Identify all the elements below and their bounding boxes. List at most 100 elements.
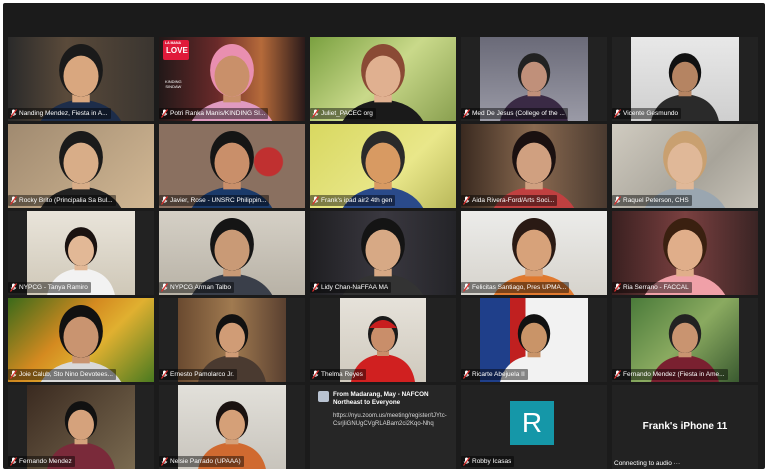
participant-tile[interactable]: Aida Rivera-Ford/Arts Soci...: [461, 124, 607, 208]
participant-tile[interactable]: Fernando Mendez: [8, 385, 154, 469]
chat-sender: From Madarang, May - NAFCON Northeast to…: [333, 391, 429, 406]
banner-subtext: KINDING SINDAW: [165, 79, 182, 89]
mic-muted-icon: [161, 457, 168, 466]
participant-grid: Nanding Mendez, Fiesta in A... LA MANA LOV…: [8, 37, 758, 469]
participant-name-bar: Med De Jesus (College of the ...: [461, 108, 568, 119]
chat-sender-avatar: [318, 391, 329, 402]
participant-tile[interactable]: NYPCG Arman Talbo: [159, 211, 305, 295]
participant-name-bar: Nanding Mendez, Fiesta in A...: [8, 108, 111, 119]
participant-tile[interactable]: Javier, Rose - UNSRC Philippin...: [159, 124, 305, 208]
participant-name-bar: Raquel Peterson, CHS: [612, 195, 692, 206]
mic-muted-icon: [614, 283, 621, 292]
participant-name-bar: NYPCG Arman Talbo: [159, 282, 234, 293]
participant-name: Robby Icasas: [472, 458, 512, 465]
zoom-gallery-view: Nanding Mendez, Fiesta in A... LA MANA LOV…: [3, 3, 765, 469]
love-banner: LA MANA LOVE: [163, 40, 189, 60]
participant-tile[interactable]: Rocky Brito (Principalia Sa Bul...: [8, 124, 154, 208]
chat-popup[interactable]: From Madarang, May - NAFCON Northeast to…: [310, 385, 456, 469]
mic-muted-icon: [463, 370, 470, 379]
participant-tile[interactable]: Raquel Peterson, CHS: [612, 124, 758, 208]
participant-tile[interactable]: Lidy Chan-NaFFAA MA: [310, 211, 456, 295]
mic-muted-icon: [161, 370, 168, 379]
participant-name-bar: Rocky Brito (Principalia Sa Bul...: [8, 195, 116, 206]
participant-name-bar: Juliet_PACEC org: [310, 108, 376, 119]
participant-name: Ernesto Pamolarco Jr.: [170, 371, 234, 378]
mic-muted-icon: [312, 109, 319, 118]
mic-muted-icon: [463, 283, 470, 292]
participant-name-bar: Aida Rivera-Ford/Arts Soci...: [461, 195, 558, 206]
participant-tile[interactable]: Fernando Mendez (Fiesta in Ame...: [612, 298, 758, 382]
mic-muted-icon: [463, 196, 470, 205]
participant-tile[interactable]: Felicitas Santiago, Pres UPMA...: [461, 211, 607, 295]
participant-name-bar: Javier, Rose - UNSRC Philippin...: [159, 195, 270, 206]
participant-tile[interactable]: R Robby Icasas: [461, 385, 607, 469]
participant-name-bar: Thelma Reyes: [310, 369, 366, 380]
participant-tile[interactable]: Frank's iPhone 11 Connecting to audio ···: [612, 385, 758, 469]
participant-name-bar: Joie Calub, Sto Nino Devotees...: [8, 369, 116, 380]
mic-muted-icon: [463, 109, 470, 118]
participant-name: NYPCG - Tanya Ramiro: [19, 284, 88, 291]
participant-tile[interactable]: Thelma Reyes: [310, 298, 456, 382]
mic-muted-icon: [614, 370, 621, 379]
participant-name-bar: Nelsie Parrado (UPAAA): [159, 456, 244, 467]
participant-name: Raquel Peterson, CHS: [623, 197, 689, 204]
participant-name: Nelsie Parrado (UPAAA): [170, 458, 241, 465]
participant-name: Thelma Reyes: [321, 371, 363, 378]
participant-name-bar: Fernando Mendez: [8, 456, 75, 467]
participant-tile[interactable]: Joie Calub, Sto Nino Devotees...: [8, 298, 154, 382]
mic-muted-icon: [312, 196, 319, 205]
participant-name-bar: NYPCG - Tanya Ramiro: [8, 282, 91, 293]
participant-name: Felicitas Santiago, Pres UPMA...: [472, 284, 567, 291]
mic-muted-icon: [312, 370, 319, 379]
participant-name: Joie Calub, Sto Nino Devotees...: [19, 371, 113, 378]
participant-tile[interactable]: Ria Serrano - FACCAL: [612, 211, 758, 295]
participant-tile[interactable]: Ricarte Abejuela II: [461, 298, 607, 382]
participant-tile[interactable]: NYPCG - Tanya Ramiro: [8, 211, 154, 295]
participant-name: Vicente Gesmundo: [623, 110, 679, 117]
participant-name-bar: Vicente Gesmundo: [612, 108, 682, 119]
participant-name: Ricarte Abejuela II: [472, 371, 525, 378]
participant-name: Lidy Chan-NaFFAA MA: [321, 284, 389, 291]
participant-name-bar: Fernando Mendez (Fiesta in Ame...: [612, 369, 728, 380]
banner-text: LA MANA: [165, 41, 182, 45]
chat-header: From Madarang, May - NAFCON Northeast to…: [318, 391, 450, 407]
mic-muted-icon: [10, 370, 17, 379]
participant-tile[interactable]: Frank's ipad air2 4th gen: [310, 124, 456, 208]
mic-muted-icon: [463, 457, 470, 466]
participant-name-bar: Ria Serrano - FACCAL: [612, 282, 692, 293]
participant-tile[interactable]: Nanding Mendez, Fiesta in A...: [8, 37, 154, 121]
participant-tile[interactable]: Juliet_PACEC org: [310, 37, 456, 121]
participant-name-bar: Frank's ipad air2 4th gen: [310, 195, 396, 206]
participant-name-bar: Ernesto Pamolarco Jr.: [159, 369, 237, 380]
mic-muted-icon: [161, 283, 168, 292]
mic-muted-icon: [614, 196, 621, 205]
mic-muted-icon: [312, 283, 319, 292]
participant-name: Fernando Mendez: [19, 458, 72, 465]
participant-name: Fernando Mendez (Fiesta in Ame...: [623, 371, 725, 378]
participant-name: Ria Serrano - FACCAL: [623, 284, 689, 291]
mic-muted-icon: [10, 109, 17, 118]
avatar: R: [510, 401, 554, 445]
participant-name: Juliet_PACEC org: [321, 110, 373, 117]
participant-name: Javier, Rose - UNSRC Philippin...: [170, 197, 267, 204]
participant-name: Frank's ipad air2 4th gen: [321, 197, 393, 204]
chat-message-link[interactable]: https://nyu.zoom.us/meeting/register/tJY…: [318, 412, 450, 428]
participant-tile[interactable]: Vicente Gesmundo: [612, 37, 758, 121]
mic-muted-icon: [10, 196, 17, 205]
participant-name: Potri Ranka Manis/KINDING SI...: [170, 110, 266, 117]
participant-tile[interactable]: Nelsie Parrado (UPAAA): [159, 385, 305, 469]
mic-muted-icon: [161, 109, 168, 118]
chat-notification-tile[interactable]: From Madarang, May - NAFCON Northeast to…: [310, 385, 456, 469]
banner-text: LOVE: [166, 46, 188, 55]
mic-muted-icon: [10, 283, 17, 292]
participant-tile[interactable]: Ernesto Pamolarco Jr.: [159, 298, 305, 382]
mic-muted-icon: [10, 457, 17, 466]
device-name-label: Frank's iPhone 11: [642, 421, 728, 432]
participant-name-bar: Potri Ranka Manis/KINDING SI...: [159, 108, 269, 119]
participant-name: Nanding Mendez, Fiesta in A...: [19, 110, 108, 117]
participant-name-bar: Robby Icasas: [461, 456, 515, 467]
participant-name: Med De Jesus (College of the ...: [472, 110, 565, 117]
participant-name-bar: Lidy Chan-NaFFAA MA: [310, 282, 392, 293]
participant-tile[interactable]: Med De Jesus (College of the ...: [461, 37, 607, 121]
participant-tile[interactable]: LA MANA LOVE KINDING SINDAW Potri Ranka Mani…: [159, 37, 305, 121]
